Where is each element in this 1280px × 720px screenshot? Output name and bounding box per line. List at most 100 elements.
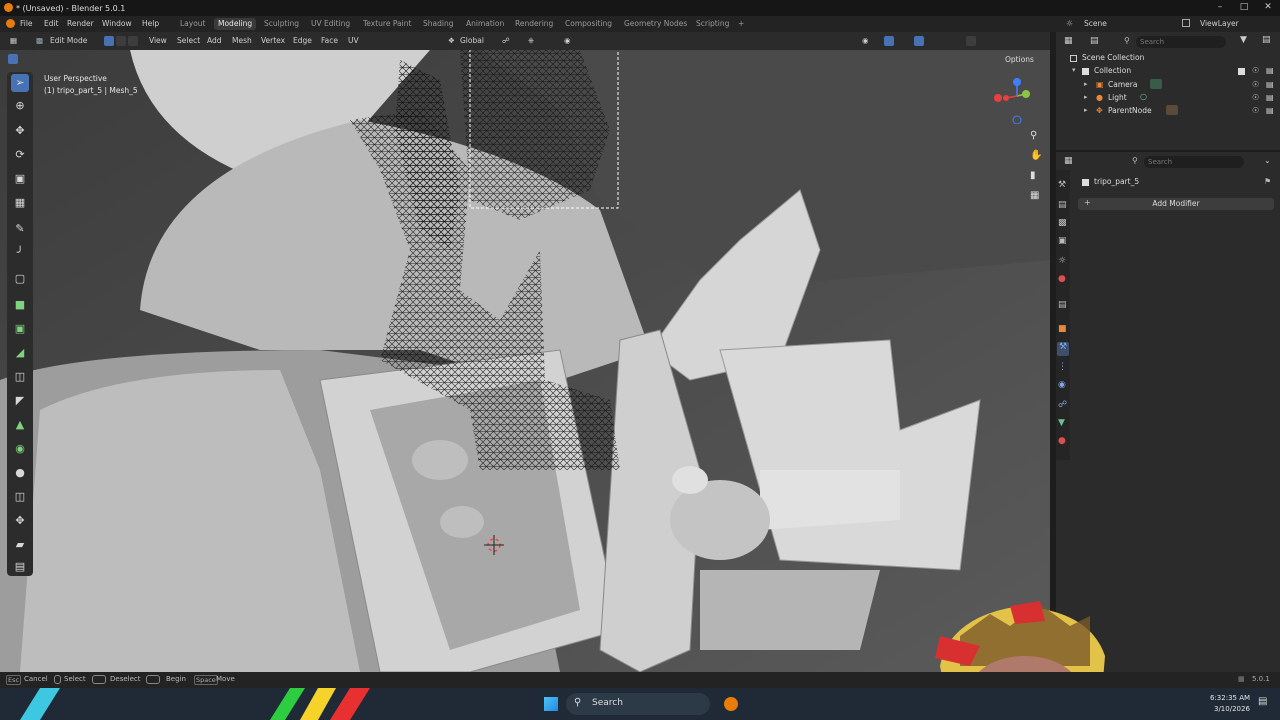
physics-tab-icon[interactable]: ◉: [1058, 380, 1066, 390]
render-tab-icon[interactable]: ▤: [1058, 200, 1067, 210]
object-tab-icon[interactable]: ■: [1058, 324, 1067, 334]
move-tool-icon[interactable]: ✥: [11, 122, 29, 140]
add-cube-tool-icon[interactable]: ▢: [11, 270, 29, 288]
edge-select-icon[interactable]: [116, 36, 126, 46]
tab-rendering[interactable]: Rendering: [511, 18, 557, 30]
tab-uv-editing[interactable]: UV Editing: [307, 18, 354, 30]
tab-compositing[interactable]: Compositing: [561, 18, 616, 30]
xray-toggle-icon[interactable]: [966, 36, 976, 46]
properties-dropdown-icon[interactable]: ⌄: [1264, 156, 1271, 165]
mode-selector[interactable]: Edit Mode: [50, 35, 87, 47]
blender-taskbar-icon[interactable]: [724, 697, 738, 711]
tab-texture-paint[interactable]: Texture Paint: [359, 18, 415, 30]
close-icon[interactable]: ✕: [1256, 0, 1280, 16]
modifier-tab-icon[interactable]: ⚒: [1057, 342, 1069, 356]
particles-tab-icon[interactable]: ⋮: [1058, 362, 1067, 372]
outliner-search-input[interactable]: Search: [1136, 36, 1226, 48]
tab-layout[interactable]: Layout: [176, 18, 210, 30]
transform-tool-icon[interactable]: ▦: [11, 194, 29, 212]
menu-edit[interactable]: Edit: [44, 18, 59, 30]
pin-icon[interactable]: ⚑: [1264, 177, 1271, 186]
overlay-toggle-icon[interactable]: [914, 36, 924, 46]
menu-select[interactable]: Select: [177, 35, 200, 47]
camera-render-icon[interactable]: ▤: [1266, 80, 1274, 89]
new-collection-icon[interactable]: ▤: [1262, 35, 1271, 45]
taskbar-search-box[interactable]: ⚲ Search: [566, 693, 710, 715]
windows-start-icon[interactable]: [544, 697, 558, 711]
bevel-tool-icon[interactable]: ◢: [11, 344, 29, 362]
transform-orientation-selector[interactable]: Global: [460, 35, 484, 47]
edge-slide-tool-icon[interactable]: ◫: [11, 488, 29, 506]
collection-visibility-icon[interactable]: ☉: [1252, 66, 1259, 75]
outliner-item-light[interactable]: Light: [1108, 93, 1127, 102]
light-visibility-icon[interactable]: ☉: [1252, 93, 1259, 102]
rotate-tool-icon[interactable]: ⟳: [11, 146, 29, 164]
menu-view[interactable]: View: [149, 35, 167, 47]
expand-collection-icon[interactable]: ▾: [1072, 66, 1076, 74]
annotate-tool-icon[interactable]: ✎: [11, 220, 29, 238]
light-render-icon[interactable]: ▤: [1266, 93, 1274, 102]
3d-viewport[interactable]: User Perspective (1) tripo_part_5 | Mesh…: [0, 50, 1050, 672]
menu-mesh[interactable]: Mesh: [232, 35, 252, 47]
3d-scene[interactable]: [0, 50, 1050, 672]
select-intersect-mode-icon[interactable]: [56, 54, 66, 64]
select-box-tool-icon[interactable]: ➢: [11, 74, 29, 92]
constraints-tab-icon[interactable]: ☍: [1058, 400, 1067, 410]
face-select-icon[interactable]: [128, 36, 138, 46]
minimize-icon[interactable]: –: [1208, 0, 1232, 16]
blender-menu-icon[interactable]: [6, 19, 15, 28]
properties-search-input[interactable]: Search: [1144, 156, 1244, 168]
pan-icon[interactable]: ✋: [1030, 150, 1042, 161]
filter-icon[interactable]: ▼: [1240, 35, 1247, 45]
extrude-tool-icon[interactable]: ■: [11, 296, 29, 314]
knife-tool-icon[interactable]: ◤: [11, 392, 29, 410]
camera-expand-icon[interactable]: ▸: [1084, 80, 1088, 88]
view-object-types-icon[interactable]: ◉: [862, 35, 869, 47]
menu-face[interactable]: Face: [321, 35, 338, 47]
maximize-icon[interactable]: □: [1232, 0, 1256, 16]
menu-help[interactable]: Help: [142, 18, 159, 30]
parentnode-render-icon[interactable]: ▤: [1266, 106, 1274, 115]
rip-tool-icon[interactable]: ▤: [11, 558, 29, 576]
tab-shading[interactable]: Shading: [419, 18, 457, 30]
shear-tool-icon[interactable]: ▰: [11, 536, 29, 554]
light-expand-icon[interactable]: ▸: [1084, 93, 1088, 101]
select-invert-mode-icon[interactable]: [44, 54, 54, 64]
outliner-item-camera[interactable]: Camera: [1108, 80, 1137, 89]
gizmo-toggle-icon[interactable]: [884, 36, 894, 46]
notification-icon[interactable]: ▤: [1258, 696, 1267, 707]
menu-edge[interactable]: Edge: [293, 35, 312, 47]
vertex-select-icon[interactable]: [104, 36, 114, 46]
snap-icon[interactable]: ⎈: [528, 35, 534, 47]
proportional-edit-icon[interactable]: ◉: [564, 35, 571, 47]
pivot-icon[interactable]: ☍: [502, 35, 510, 47]
ortho-toggle-icon[interactable]: ▦: [1030, 190, 1039, 201]
scale-tool-icon[interactable]: ▣: [11, 170, 29, 188]
measure-tool-icon[interactable]: ╯: [11, 244, 29, 262]
collection-tab-icon[interactable]: ▤: [1058, 300, 1067, 310]
menu-window[interactable]: Window: [102, 18, 132, 30]
options-button[interactable]: Options: [1005, 55, 1034, 64]
menu-render[interactable]: Render: [67, 18, 94, 30]
cursor-tool-icon[interactable]: ⊕: [11, 97, 29, 115]
view-layer-selector[interactable]: ViewLayer: [1200, 18, 1239, 30]
inset-tool-icon[interactable]: ▣: [11, 320, 29, 338]
camera-visibility-icon[interactable]: ☉: [1252, 80, 1259, 89]
tab-sculpting[interactable]: Sculpting: [260, 18, 303, 30]
select-subtract-mode-icon[interactable]: [32, 54, 42, 64]
spin-tool-icon[interactable]: ◉: [11, 440, 29, 458]
tool-tab-icon[interactable]: ⚒: [1058, 180, 1066, 190]
loop-cut-tool-icon[interactable]: ◫: [11, 368, 29, 386]
view-layer-tab-icon[interactable]: ▣: [1058, 236, 1067, 246]
shrink-fatten-tool-icon[interactable]: ✥: [11, 512, 29, 530]
tab-geometry-nodes[interactable]: Geometry Nodes: [620, 18, 691, 30]
collection-checkbox-icon[interactable]: [1238, 68, 1245, 75]
menu-vertex[interactable]: Vertex: [261, 35, 285, 47]
add-workspace-button[interactable]: +: [734, 18, 748, 30]
tab-animation[interactable]: Animation: [462, 18, 508, 30]
output-tab-icon[interactable]: ▩: [1058, 218, 1067, 228]
collection-render-icon[interactable]: ▤: [1266, 66, 1274, 75]
outliner-editor-icon[interactable]: ▦: [1064, 36, 1073, 46]
data-tab-icon[interactable]: ▼: [1058, 418, 1065, 428]
navigation-gizmo[interactable]: [992, 74, 1042, 124]
